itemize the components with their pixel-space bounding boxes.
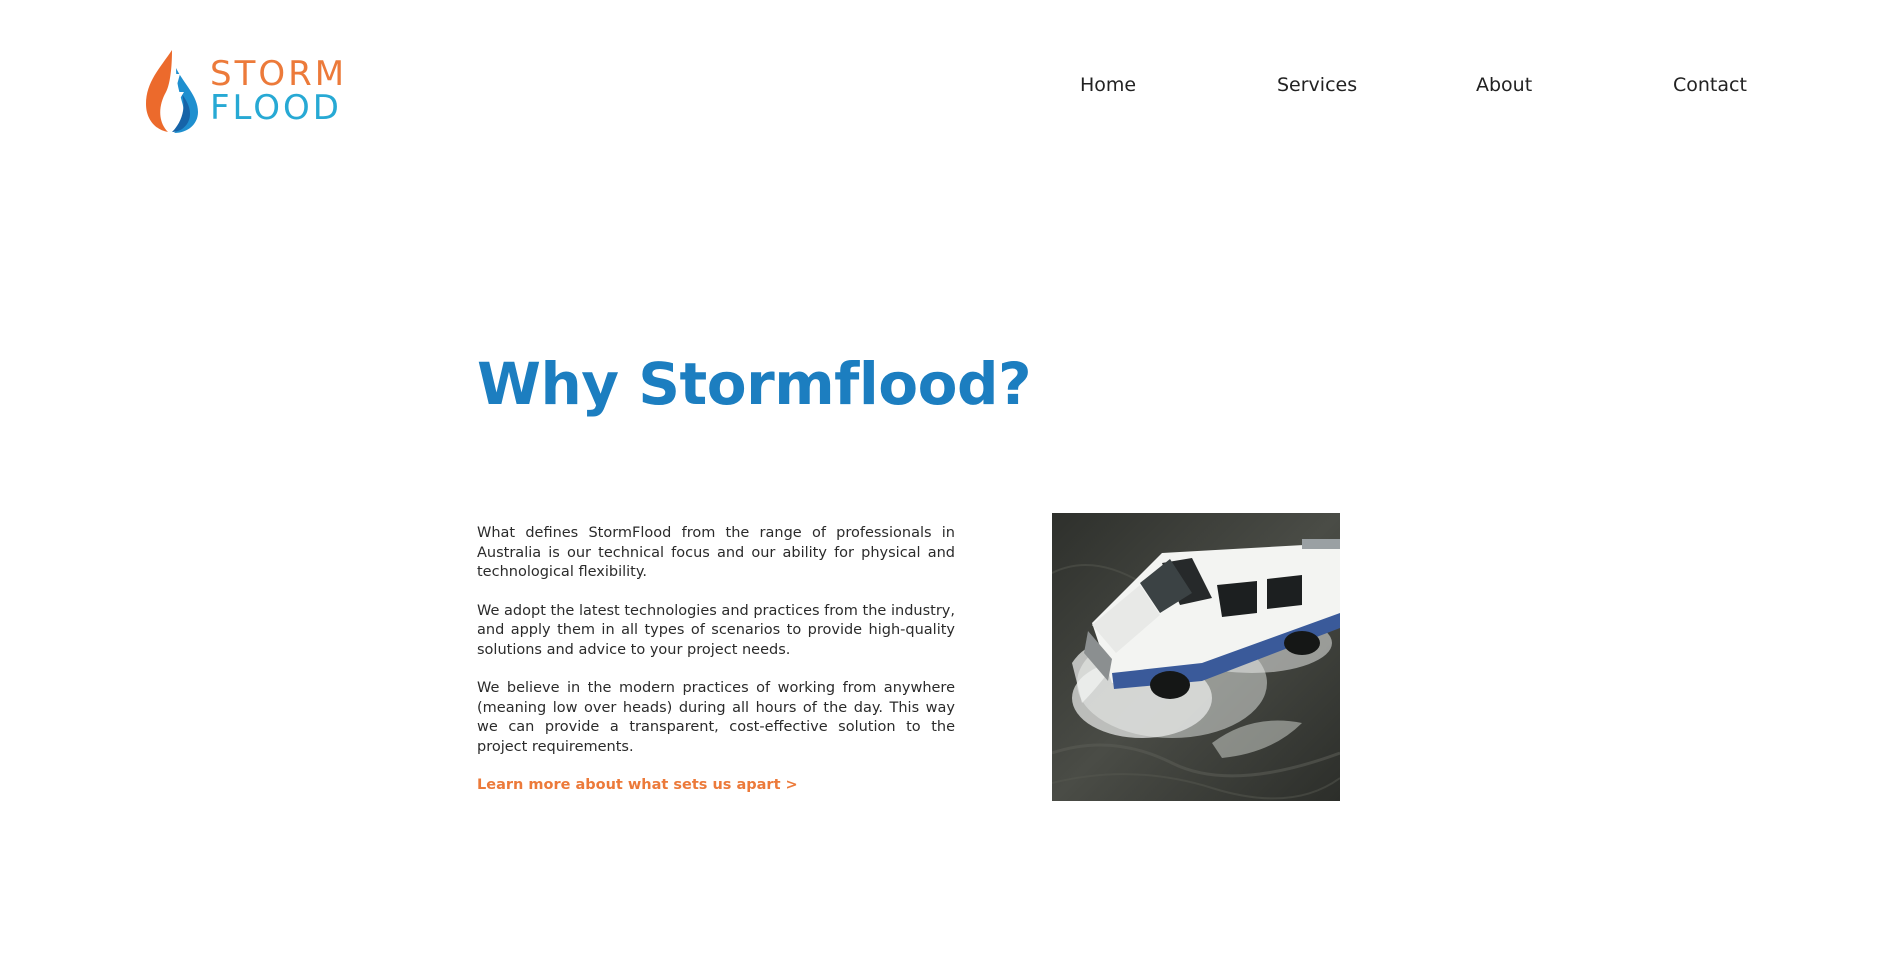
nav-services-link[interactable]: Services xyxy=(1277,74,1357,96)
logo-text: STORM FLOOD xyxy=(210,57,347,125)
logo-storm-text: STORM xyxy=(210,54,348,94)
paragraph-2: We adopt the latest technologies and pra… xyxy=(477,602,955,658)
logo-flood-text: FLOOD xyxy=(210,88,342,128)
why-content: What defines StormFlood from the range o… xyxy=(477,524,955,796)
page-title: Why Stormflood? xyxy=(477,350,1032,418)
brand-logo[interactable]: STORM FLOOD xyxy=(142,48,392,134)
paragraph-3: We believe in the modern practices of wo… xyxy=(477,680,955,755)
flame-drop-icon xyxy=(146,50,198,133)
learn-more-link[interactable]: Learn more about what sets us apart > xyxy=(477,776,798,796)
nav-home-link[interactable]: Home xyxy=(1080,74,1136,96)
truck-flood-photo xyxy=(1052,513,1340,801)
nav-about-link[interactable]: About xyxy=(1476,74,1532,96)
paragraph-1: What defines StormFlood from the range o… xyxy=(477,525,955,580)
nav-contact-link[interactable]: Contact xyxy=(1673,74,1747,96)
page: STORM FLOOD Home Services About Contact … xyxy=(0,0,1898,967)
truck-in-flood-photo-icon xyxy=(1052,513,1340,801)
